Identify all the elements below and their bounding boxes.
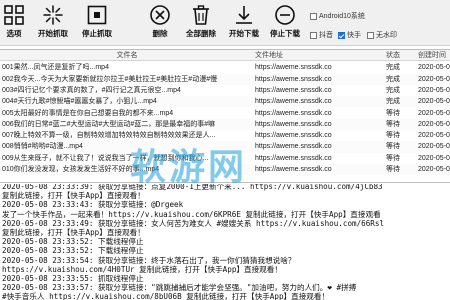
log-line: 复制此链接，打开【快手App】直接观看！ (2, 228, 145, 237)
delete-all-button[interactable]: 全部删除 (184, 4, 218, 44)
watermark-text: 软游网 (130, 147, 248, 188)
cell-url: https://aweme.snssdk.co (255, 166, 332, 173)
cell-time: 2020-05-08 23:28:03 (418, 75, 450, 83)
options-label: 选项 (6, 29, 22, 38)
table-row[interactable]: 003#四行记忆个要求真的数了，#四行记之真元很空...mp4 https://a… (0, 85, 450, 96)
cell-time: 2020-05-08 23:28:03 (418, 109, 450, 117)
cell-url: https://aweme.snssdk.co (255, 75, 332, 83)
cell-filename: 005太阳最好的事情是在你自己想要自我的都不来...mp4 (2, 109, 174, 117)
cell-url: https://aweme.snssdk.co (255, 143, 332, 151)
log-line: 2020-05-08 23:33:54: 获取分享链接：终于水落石出了，我一你们… (2, 255, 296, 265)
column-header-time[interactable]: 创建时间 (416, 50, 450, 60)
log-line: 发了一个快手作品，一起来看！https://v.kuaishou.com/6KP… (2, 209, 381, 219)
column-header-status[interactable]: 状态 (384, 50, 416, 60)
cell-time: 2020-05-08 23:28:03 (418, 166, 450, 173)
cell-url: https://aweme.snssdk.co (255, 109, 332, 117)
column-header-filename[interactable]: 文件名 (0, 50, 252, 60)
log-line: 2020-05-08 23:33:43: 获取分享链接：@Drgeek (2, 200, 184, 210)
stop-download-button[interactable]: 停止下载 (268, 4, 302, 44)
options-button[interactable]: 选项 (3, 4, 25, 44)
cell-time: 2020-05-08 23:28:03 (418, 86, 450, 94)
stop-download-label: 停止下载 (270, 29, 300, 38)
watermark-free-option[interactable]: 无水印 (367, 30, 397, 40)
cell-filename: 003#四行记忆个要求真的数了，#四行记之真元很空...mp4 (2, 86, 181, 94)
minus-circle-icon (275, 5, 295, 25)
cell-status: 完成 (386, 75, 400, 83)
android10-checkbox[interactable] (310, 12, 317, 20)
cell-url: https://aweme.snssdk.co (255, 98, 332, 106)
delete-all-label: 全部删除 (186, 29, 216, 38)
cell-url: https://aweme.snssdk.co (255, 154, 332, 162)
delete-button[interactable]: 删除 (149, 4, 171, 44)
cell-status: 完成 (386, 64, 400, 72)
log-line: #快手音乐人 https://v.kuaishou.com/8bU06B 复制此… (2, 292, 330, 300)
cell-status: 完成 (386, 86, 400, 94)
android10-label: Android10系统 (319, 13, 365, 20)
stop-icon (87, 5, 107, 25)
watermark-free-label: 无水印 (376, 32, 397, 39)
start-crawl-label: 开始抓取 (38, 29, 68, 38)
table-row[interactable]: 002我今天...今天为大家要新就拉尔拉王#美肚拉王#美肚拉王#动漫#慢 http… (0, 73, 450, 85)
trash-icon (193, 5, 209, 25)
table-row[interactable]: 006我们的日常#蓝二#大型运动#大型运动#蓝二，那是最幸福的事#嘛 https:… (0, 118, 450, 131)
cell-url: https://aweme.snssdk.co (255, 64, 332, 72)
cell-filename: 001果然...凤气还是复折了吗...mp4 (2, 64, 109, 72)
douyin-option[interactable]: 抖音 (310, 30, 333, 40)
table-row[interactable]: 004#天行九歌#惊鲵喵#嚣嚣女暴了，小狙儿...mp4 https://awem… (0, 96, 450, 108)
log-panel[interactable]: 2020-05-08 23:33:39: 获取分享链接：点复2000-1上更新个… (0, 184, 450, 300)
table-header: 文件名 文件地址 状态 创建时间 (0, 50, 450, 62)
delete-label: 删除 (152, 29, 168, 38)
kuaishou-label: 快手 (347, 32, 361, 39)
log-line: 2020-05-08 23:33:52: 下载线程停止 (2, 246, 144, 256)
cell-time: 2020-05-08 23:28:03 (418, 154, 450, 162)
cell-time: 2020-05-08 23:28:03 (418, 132, 450, 140)
cell-filename: 002我今天...今天为大家要新就拉尔拉王#美肚拉王#美肚拉王#动漫#慢 (2, 75, 218, 83)
cell-time: 2020-05-08 23:28:03 (418, 143, 450, 151)
android10-option[interactable]: Android10系统 (310, 11, 365, 21)
stop-crawl-button[interactable]: 停止抓取 (80, 4, 114, 44)
douyin-label: 抖音 (319, 32, 333, 39)
start-download-label: 开始下载 (229, 29, 259, 38)
close-circle-icon (150, 5, 170, 25)
cell-filename: 006我们的日常#蓝二#大型运动#大型运动#蓝二，那是最幸福的事#嘛 (2, 120, 216, 128)
log-line: https://v.kuaishou.com/4H0TUr 复制此链接，打开【快… (2, 264, 282, 274)
cell-status: 等待 (386, 166, 400, 173)
cell-url: https://aweme.snssdk.co (255, 120, 332, 128)
table-row[interactable]: 005太阳最好的事情是在你自己想要自我的都不来...mp4 https://awe… (0, 108, 450, 119)
log-line: 2020-05-08 23:33:52: 下载线程停止 (2, 237, 144, 247)
grid-icon (4, 5, 24, 25)
cell-status: 等待 (386, 109, 400, 117)
table-row[interactable]: 001果然...凤气还是复折了吗...mp4 https://aweme.snss… (0, 62, 450, 73)
log-line: 2020-05-08 23:33:39: 获取分享链接：点复2000-1上更新个… (2, 184, 383, 191)
log-line: 2020-05-08 23:33:49: 获取分享链接：女人何苦为难女人 #嫂嫂… (2, 218, 385, 228)
column-header-url[interactable]: 文件地址 (253, 50, 383, 60)
stop-crawl-label: 停止抓取 (82, 29, 112, 38)
cell-time: 2020-05-08 23:28:03 (418, 120, 450, 128)
kuaishou-option[interactable]: 快手 (338, 30, 361, 40)
douyin-checkbox[interactable] (310, 31, 317, 39)
watermark-free-checkbox[interactable] (367, 31, 374, 39)
cell-status: 等待 (386, 132, 400, 140)
start-download-button[interactable]: 开始下载 (227, 4, 261, 44)
log-line: 复制此链接，打开【快手App】直接观看！ (2, 191, 145, 201)
cell-url: https://aweme.snssdk.co (255, 132, 332, 140)
cell-filename: 004#天行九歌#惊鲵喵#嚣嚣女暴了，小狙儿...mp4 (2, 98, 157, 106)
sparkle-icon (43, 5, 63, 25)
cell-time: 2020-05-08 23:28:04 (418, 64, 450, 72)
log-line: 2020-05-08 23:33:57: 获取分享链接："跳跳捕捕后才能学会坚强… (2, 283, 357, 293)
download-arrow-icon (236, 6, 252, 24)
cell-status: 等待 (386, 143, 400, 151)
toolbar: 选项 开始抓取 停止抓取 删除 全部删除 开始下载 停止下载 Android10… (0, 0, 450, 46)
log-line: 2020-05-08 23:33:55: 抓取线程停止 (2, 274, 144, 283)
cell-time: 2020-05-08 23:28:03 (418, 98, 450, 106)
cell-status: 等待 (386, 154, 400, 162)
cell-status: 等待 (386, 120, 400, 128)
cell-status: 完成 (386, 98, 400, 106)
start-crawl-button[interactable]: 开始抓取 (36, 4, 70, 44)
kuaishou-checkbox[interactable] (338, 31, 345, 39)
cell-url: https://aweme.snssdk.co (255, 86, 332, 94)
